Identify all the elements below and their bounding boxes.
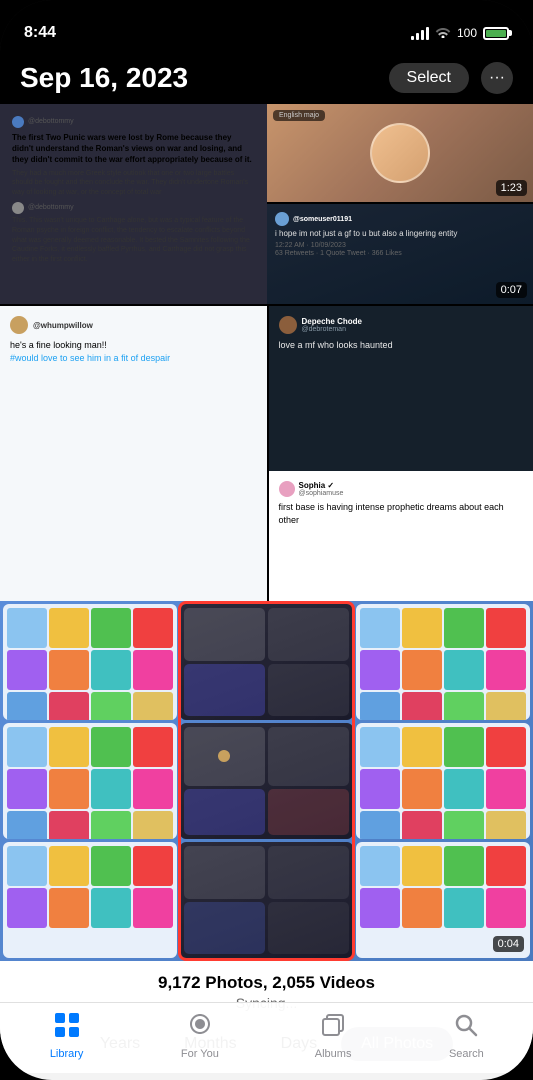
battery-icon bbox=[483, 27, 509, 40]
grid-row-screenshots: Screen Recording Stop screen recording? … bbox=[0, 601, 533, 961]
photo-cell-tweet-light[interactable]: @whumpwillow he's a fine looking man!! #… bbox=[0, 306, 267, 471]
video-duration-badge-3: 0:04 bbox=[493, 936, 524, 952]
more-options-button[interactable]: ··· bbox=[481, 62, 513, 94]
screenshot-cell-1 bbox=[3, 604, 177, 720]
photo-cell-person-video[interactable]: English majo 1:23 bbox=[267, 104, 533, 204]
screenshot-cell-7 bbox=[3, 842, 177, 958]
albums-icon bbox=[319, 1011, 347, 1044]
for-you-icon bbox=[186, 1011, 214, 1044]
tab-search[interactable]: Search bbox=[400, 1011, 533, 1060]
tab-bar: Library For You Albums bbox=[0, 1002, 533, 1080]
header-actions: Select ··· bbox=[389, 62, 513, 94]
photo-cell-sophia-tweet[interactable]: Sophia ✓ @sophiamuse first base is havin… bbox=[267, 471, 533, 601]
photo-cell-depeche-tweet[interactable]: Depeche Chode @debroteman love a mf who … bbox=[267, 306, 533, 471]
video-duration-badge-2: 0:07 bbox=[496, 282, 527, 298]
albums-tab-label: Albums bbox=[315, 1048, 352, 1060]
for-you-tab-label: For You bbox=[181, 1048, 219, 1060]
screenshot-cell-5 bbox=[180, 723, 354, 839]
tab-for-you[interactable]: For You bbox=[133, 1011, 266, 1060]
photo-cell-blank-left bbox=[0, 471, 267, 601]
screenshot-cell-6 bbox=[356, 723, 530, 839]
photo-grid: @debottommy The first Two Punic wars wer… bbox=[0, 104, 533, 961]
tab-albums[interactable]: Albums bbox=[267, 1011, 400, 1060]
grid-right-col-1: English majo 1:23 @someuser01191 i hope … bbox=[267, 104, 533, 304]
photos-header: Sep 16, 2023 Select ··· bbox=[0, 54, 533, 104]
select-button[interactable]: Select bbox=[389, 63, 469, 93]
search-tab-label: Search bbox=[449, 1048, 484, 1060]
wifi-icon bbox=[435, 25, 451, 41]
photo-cell-iphone-screenshots[interactable]: Screen Recording Stop screen recording? … bbox=[0, 601, 533, 961]
dynamic-island bbox=[207, 12, 327, 46]
photo-count: 9,172 Photos, 2,055 Videos bbox=[0, 973, 533, 993]
tab-library[interactable]: Library bbox=[0, 1011, 133, 1060]
grid-row-2b: Sophia ✓ @sophiamuse first base is havin… bbox=[0, 471, 533, 601]
library-tab-label: Library bbox=[50, 1048, 84, 1060]
phone-frame: 8:44 100 Se bbox=[0, 0, 533, 1080]
library-icon bbox=[53, 1011, 81, 1044]
screenshot-cell-9: 0:04 bbox=[356, 842, 530, 958]
screenshot-cell-2 bbox=[180, 604, 354, 720]
screenshot-cell-4: Screen Recording Stop screen recording? … bbox=[3, 723, 177, 839]
video-duration-badge: 1:23 bbox=[496, 180, 527, 196]
screenshot-cell-8 bbox=[180, 842, 354, 958]
status-time: 8:44 bbox=[24, 24, 56, 42]
battery-percentage: 100 bbox=[457, 26, 477, 40]
screenshot-cell-3 bbox=[356, 604, 530, 720]
search-icon bbox=[452, 1011, 480, 1044]
grid-row-1: @debottommy The first Two Punic wars wer… bbox=[0, 104, 533, 304]
photo-cell-tweet-dark[interactable]: @someuser01191 i hope im not just a gf t… bbox=[267, 204, 533, 304]
header-date: Sep 16, 2023 bbox=[20, 62, 188, 94]
signal-icon bbox=[411, 26, 429, 40]
grid-row-2: @whumpwillow he's a fine looking man!! #… bbox=[0, 306, 533, 471]
photo-cell-article[interactable]: @debottommy The first Two Punic wars wer… bbox=[0, 104, 267, 304]
status-icons: 100 bbox=[411, 25, 509, 41]
